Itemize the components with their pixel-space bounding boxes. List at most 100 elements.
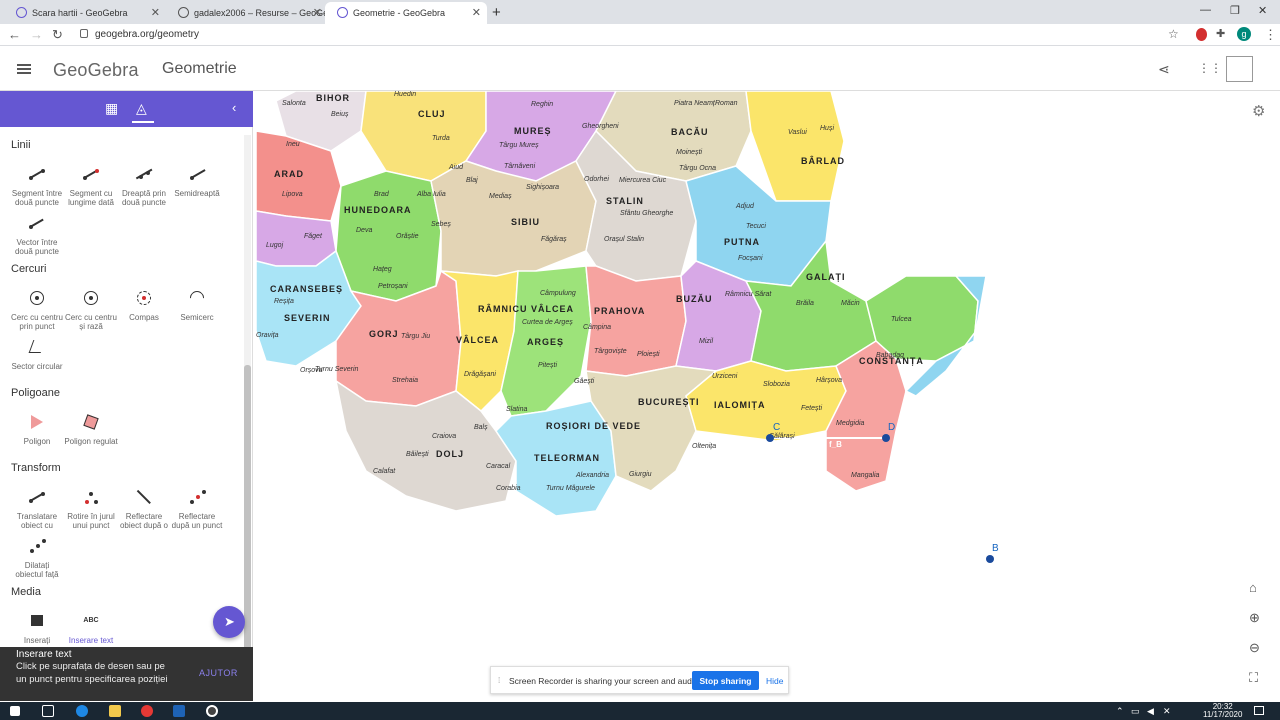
map-city-label: Mediaș <box>489 193 512 200</box>
taskbar-clock[interactable]: 20:32 11/17/2020 <box>1203 703 1242 719</box>
map-city-label: Slobozia <box>763 381 790 388</box>
map-city-label: Reghin <box>531 101 554 108</box>
drag-handle-icon[interactable]: ⁞ <box>498 676 500 685</box>
opera-extension-icon[interactable] <box>1196 28 1207 41</box>
extensions-puzzle-icon[interactable]: ✚ <box>1216 27 1225 40</box>
chrome-icon[interactable] <box>141 705 153 717</box>
tool-reflect-point[interactable]: Reflectare după un punct <box>170 488 224 530</box>
tools-tab-icon[interactable]: ◬ <box>132 100 154 123</box>
minimize-icon[interactable]: — <box>1200 4 1211 16</box>
map-county-label: PRAHOVA <box>594 306 646 316</box>
user-avatar[interactable] <box>1226 56 1253 82</box>
tool-insert-text[interactable]: ABC Inserare text <box>64 612 118 645</box>
share-icon[interactable]: ⋖ <box>1158 61 1170 78</box>
map-city-label: Lugoj <box>266 242 284 249</box>
zoom-out-icon[interactable]: ⊖ <box>1249 640 1260 656</box>
tool-line-two-points[interactable]: Dreaptă prin două puncte <box>117 165 171 207</box>
tool-segment-given-length[interactable]: Segment cu lungime dată <box>64 165 118 207</box>
tool-compass[interactable]: Compas <box>117 289 171 322</box>
browser-tab[interactable]: gadalex2006 – Resurse – GeoGebra ✕ <box>166 2 328 24</box>
category-transform: Transform <box>11 462 61 474</box>
map-city-label: Ploiești <box>637 351 660 358</box>
close-tab-icon[interactable]: ✕ <box>313 6 322 19</box>
map-city-label: Făgăraș <box>541 236 567 243</box>
zoom-in-icon[interactable]: ⊕ <box>1249 610 1260 626</box>
map-city-label: Turnu Măgurele <box>546 485 595 492</box>
map-city-label: Deva <box>356 227 373 234</box>
map-city-label: Curtea de Argeș <box>522 319 573 326</box>
map-county-label: SEVERIN <box>284 313 331 323</box>
map-county-label: ARGEȘ <box>527 337 565 347</box>
star-icon[interactable]: ☆ <box>1168 27 1179 41</box>
restore-icon[interactable]: ❐ <box>1230 4 1240 17</box>
profile-avatar[interactable]: g <box>1237 27 1251 41</box>
close-window-icon[interactable]: ✕ <box>1258 4 1267 17</box>
close-tab-icon[interactable]: ✕ <box>472 6 481 19</box>
collapse-sidebar-icon[interactable]: ‹ <box>232 100 236 115</box>
browser-tab[interactable]: Scara hartii - GeoGebra ✕ <box>4 2 166 24</box>
notifications-icon[interactable] <box>1254 706 1264 715</box>
tray-volume-icon[interactable]: ◀ <box>1147 706 1154 717</box>
tool-reflect-line[interactable]: Reflectare obiect după o <box>117 488 171 530</box>
help-button[interactable]: AJUTOR <box>199 668 238 678</box>
map-labels: BIHOR CLUJ MUREȘ BACĂU BÂRLAD ARAD HUNEDOARA ST… <box>256 91 1280 701</box>
point-label-d[interactable]: D <box>888 422 895 433</box>
sidebar-scrollbar[interactable] <box>244 135 251 700</box>
ray-icon <box>188 165 206 183</box>
move-tool-fab[interactable]: ➤ <box>213 606 245 638</box>
tool-translate[interactable]: Translatare obiect cu <box>10 488 64 530</box>
windows-taskbar: ⌃ ▭ ◀ ✕ 20:32 11/17/2020 <box>0 702 1280 720</box>
point-label-b[interactable]: B <box>992 543 999 554</box>
tool-ray[interactable]: Semidreaptă <box>170 165 224 198</box>
tool-circle-center-point[interactable]: Cerc cu centru prin punct <box>10 289 64 331</box>
settings-gear-icon[interactable]: ⚙ <box>1252 102 1265 120</box>
tool-regular-polygon[interactable]: Poligon regulat <box>64 413 118 446</box>
app-header: GeoGebra Geometrie ⋖ ⋮⋮⋮ <box>0 47 1280 91</box>
graphics-canvas[interactable]: BIHOR CLUJ MUREȘ BACĂU BÂRLAD ARAD HUNEDOARA ST… <box>256 91 1280 701</box>
point-label-c[interactable]: C <box>773 422 780 433</box>
outlook-icon[interactable] <box>173 705 185 717</box>
home-icon[interactable]: ⌂ <box>1249 580 1257 595</box>
new-tab-icon[interactable]: + <box>492 4 501 21</box>
tool-rotate[interactable]: Rotire în jurul unui punct <box>64 488 118 530</box>
tool-circular-sector[interactable]: Sector circular <box>10 338 64 371</box>
fullscreen-icon[interactable]: ⛶ <box>1249 670 1258 686</box>
clock-date: 11/17/2020 <box>1203 710 1243 719</box>
reload-icon[interactable]: ↻ <box>52 27 63 43</box>
tool-dilate[interactable]: Dilatați obiectul față <box>10 537 64 579</box>
hide-button[interactable]: Hide <box>766 676 783 686</box>
tool-segment-two-points[interactable]: Segment între două puncte <box>10 165 64 207</box>
tray-chevron-icon[interactable]: ⌃ <box>1116 706 1124 717</box>
stop-sharing-button[interactable]: Stop sharing <box>692 671 759 690</box>
tool-circle-center-radius[interactable]: Cerc cu centru și rază <box>64 289 118 331</box>
forward-arrow-icon[interactable]: → <box>30 27 43 42</box>
map-city-label: Gheorgheni <box>582 123 619 130</box>
tool-vector[interactable]: Vector între două puncte <box>10 214 64 256</box>
tool-insert-image[interactable]: Inserați <box>10 612 64 645</box>
obs-icon[interactable] <box>206 705 218 717</box>
tray-mute-icon[interactable]: ✕ <box>1163 706 1171 717</box>
tray-network-icon[interactable]: ▭ <box>1131 706 1140 717</box>
browser-tab-active[interactable]: Geometrie - GeoGebra ✕ <box>325 2 487 24</box>
geogebra-logo[interactable]: GeoGebra <box>53 60 139 81</box>
back-arrow-icon[interactable]: ← <box>8 27 21 42</box>
task-view-icon[interactable] <box>42 705 54 717</box>
tool-semicircle[interactable]: Semicerc <box>170 288 224 322</box>
map-city-label: Reșița <box>274 298 294 305</box>
point-b[interactable] <box>986 555 994 563</box>
windows-start-icon[interactable] <box>10 706 20 716</box>
map-city-label: Pitești <box>538 362 558 369</box>
url-field[interactable]: geogebra.org/geometry <box>95 29 199 40</box>
calculator-tab-icon[interactable]: ▦ <box>105 100 118 117</box>
edge-browser-icon[interactable] <box>76 705 88 717</box>
point-c[interactable] <box>766 434 774 442</box>
file-explorer-icon[interactable] <box>109 705 121 717</box>
menu-dots-icon[interactable]: ⋮ <box>1264 27 1277 43</box>
close-tab-icon[interactable]: ✕ <box>151 6 160 19</box>
line-icon <box>135 165 153 183</box>
map-county-label: MUREȘ <box>514 126 552 136</box>
map-city-label: Odorhei <box>584 176 609 183</box>
hamburger-menu-icon[interactable] <box>17 64 31 74</box>
tool-polygon[interactable]: Poligon <box>10 413 64 446</box>
point-d[interactable] <box>882 434 890 442</box>
